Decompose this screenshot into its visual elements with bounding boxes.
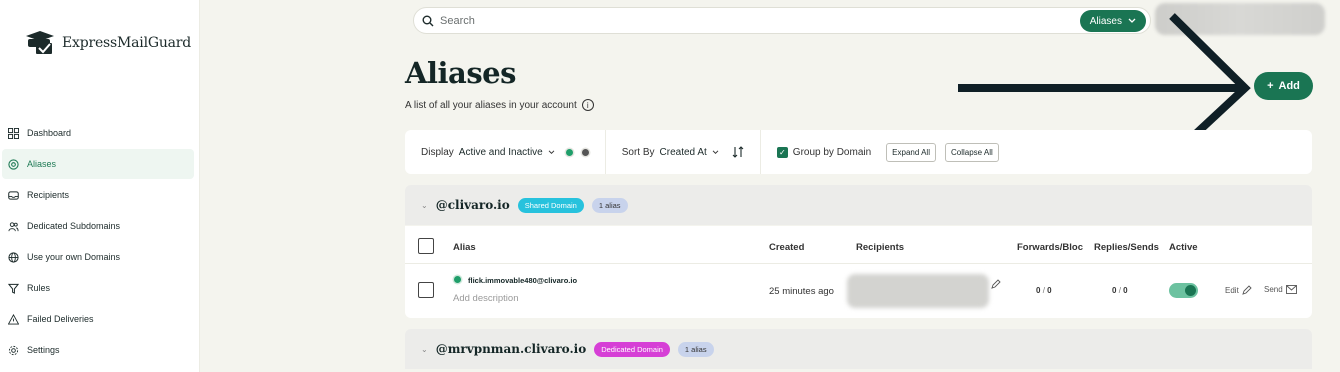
forwards-blocked-count: 0 / 0 bbox=[1036, 286, 1052, 295]
sidebar-item-label: Settings bbox=[27, 345, 60, 355]
sidebar-item-settings[interactable]: Settings bbox=[2, 335, 194, 365]
group-controls: ✓ Group by Domain Expand All Collapse Al… bbox=[761, 130, 1015, 174]
search-icon bbox=[422, 15, 434, 26]
group-by-domain-label: Group by Domain bbox=[792, 146, 872, 158]
domain-type-badge: Shared Domain bbox=[517, 197, 584, 213]
info-icon[interactable]: i bbox=[581, 99, 594, 111]
column-header-replies[interactable]: Replies/Sends bbox=[1094, 242, 1159, 253]
gear-icon bbox=[8, 345, 19, 355]
sidebar-item-failed-deliveries[interactable]: Failed Deliveries bbox=[2, 304, 194, 334]
edit-recipients-pencil-icon[interactable] bbox=[991, 279, 1001, 289]
column-header-forwards[interactable]: Forwards/Bloc bbox=[1017, 242, 1083, 253]
sort-control[interactable]: Sort By Created At bbox=[606, 130, 761, 174]
collapse-chevron-icon[interactable]: ⌄ bbox=[421, 345, 428, 354]
forwards-count: 0 bbox=[1036, 286, 1041, 295]
alias-address[interactable]: flick.immovable480@clivaro.io bbox=[468, 276, 577, 285]
sidebar-nav: Dashboard Aliases Recipients Dedicated S… bbox=[0, 118, 200, 366]
sidebar-item-dashboard[interactable]: Dashboard bbox=[2, 118, 194, 148]
domain-group-header[interactable]: ⌄ @mrvpnman.clivaro.io Dedicated Domain … bbox=[405, 329, 1312, 369]
add-button-label: Add bbox=[1278, 80, 1300, 92]
domain-name: @clivaro.io bbox=[435, 198, 510, 212]
display-filter-value[interactable]: Active and Inactive bbox=[459, 147, 543, 158]
alias-created: 25 minutes ago bbox=[769, 286, 834, 297]
sort-value[interactable]: Created At bbox=[660, 147, 707, 158]
edit-alias-link[interactable]: Edit bbox=[1225, 285, 1252, 295]
send-from-alias-link[interactable]: Send bbox=[1264, 285, 1297, 294]
table-header: Alias Created Recipients Forwards/Bloc R… bbox=[405, 226, 1312, 264]
sort-prefix: Sort By bbox=[621, 146, 655, 158]
column-header-recipients[interactable]: Recipients bbox=[856, 242, 904, 253]
alias-count-badge: 1 alias bbox=[591, 197, 628, 213]
brand-name: ExpressMailGuard bbox=[62, 35, 192, 51]
domain-type-badge: Dedicated Domain bbox=[594, 341, 670, 357]
collapse-all-button[interactable]: Collapse All bbox=[944, 142, 999, 162]
alias-status-dot bbox=[454, 276, 461, 283]
collapse-chevron-icon[interactable]: ⌄ bbox=[421, 201, 428, 210]
display-filter[interactable]: Display Active and Inactive bbox=[405, 130, 606, 174]
globe-icon bbox=[8, 251, 19, 263]
filter-bar: Display Active and Inactive Sort By Crea… bbox=[405, 130, 1312, 174]
active-toggle[interactable] bbox=[1169, 283, 1198, 298]
display-filter-prefix: Display bbox=[421, 146, 454, 158]
inbox-icon bbox=[8, 190, 19, 200]
alias-description[interactable]: Add description bbox=[453, 293, 518, 304]
column-header-created[interactable]: Created bbox=[769, 242, 804, 253]
edit-label: Edit bbox=[1225, 285, 1239, 295]
sends-count: 0 bbox=[1123, 286, 1128, 295]
inactive-status-dot bbox=[581, 148, 589, 156]
users-icon bbox=[8, 221, 19, 231]
grid-icon bbox=[8, 127, 19, 139]
select-all-checkbox[interactable] bbox=[418, 238, 434, 254]
row-select-checkbox[interactable] bbox=[418, 282, 434, 298]
mail-icon bbox=[1285, 285, 1297, 294]
sidebar: ExpressMailGuard Dashboard Aliases Recip… bbox=[0, 0, 200, 372]
recipients-redacted bbox=[847, 274, 989, 308]
brand-logo[interactable]: ExpressMailGuard bbox=[24, 30, 191, 56]
aliases-table: Alias Created Recipients Forwards/Bloc R… bbox=[405, 226, 1312, 318]
sidebar-item-dedicated-subdomains[interactable]: Dedicated Subdomains bbox=[2, 211, 194, 241]
page-title: Aliases bbox=[405, 56, 516, 90]
logo-icon bbox=[26, 31, 54, 54]
blocked-count: 0 bbox=[1047, 286, 1052, 295]
sort-direction-icon[interactable] bbox=[732, 146, 744, 158]
column-header-active[interactable]: Active bbox=[1169, 242, 1198, 253]
sidebar-item-rules[interactable]: Rules bbox=[2, 273, 194, 303]
sidebar-item-label: Aliases bbox=[27, 159, 57, 169]
warning-icon bbox=[8, 313, 19, 325]
search-input[interactable]: Search bbox=[440, 15, 475, 27]
add-alias-button[interactable]: + Add bbox=[1254, 72, 1313, 100]
sidebar-item-label: Rules bbox=[27, 283, 51, 293]
sidebar-item-label: Dedicated Subdomains bbox=[27, 221, 121, 231]
sidebar-item-label: Use your own Domains bbox=[27, 252, 121, 262]
pencil-icon bbox=[1242, 285, 1252, 295]
active-status-dot bbox=[565, 148, 573, 156]
send-label: Send bbox=[1264, 285, 1283, 294]
domain-name: @mrvpnman.clivaro.io bbox=[435, 342, 587, 356]
sidebar-item-label: Dashboard bbox=[27, 128, 72, 138]
column-header-alias[interactable]: Alias bbox=[453, 242, 476, 253]
replies-sends-count: 0 / 0 bbox=[1112, 286, 1128, 295]
page-subtitle-text: A list of all your aliases in your accou… bbox=[405, 99, 577, 111]
replies-count: 0 bbox=[1112, 286, 1117, 295]
chevron-down-icon bbox=[712, 149, 719, 154]
chevron-down-icon bbox=[548, 149, 555, 154]
domain-group-header[interactable]: ⌄ @clivaro.io Shared Domain 1 alias bbox=[405, 185, 1312, 225]
at-icon bbox=[8, 158, 19, 170]
page-subtitle: A list of all your aliases in your accou… bbox=[405, 99, 594, 111]
sidebar-item-label: Recipients bbox=[27, 190, 70, 200]
alias-count-badge: 1 alias bbox=[677, 341, 714, 357]
plus-icon: + bbox=[1267, 80, 1274, 92]
sidebar-item-recipients[interactable]: Recipients bbox=[2, 180, 194, 210]
group-by-domain-checkbox[interactable]: ✓ bbox=[776, 146, 788, 158]
sidebar-item-own-domains[interactable]: Use your own Domains bbox=[2, 242, 194, 272]
expand-all-button[interactable]: Expand All bbox=[886, 142, 936, 162]
filter-icon bbox=[8, 283, 19, 294]
sidebar-item-aliases[interactable]: Aliases bbox=[2, 149, 194, 179]
sidebar-item-label: Failed Deliveries bbox=[27, 314, 94, 324]
